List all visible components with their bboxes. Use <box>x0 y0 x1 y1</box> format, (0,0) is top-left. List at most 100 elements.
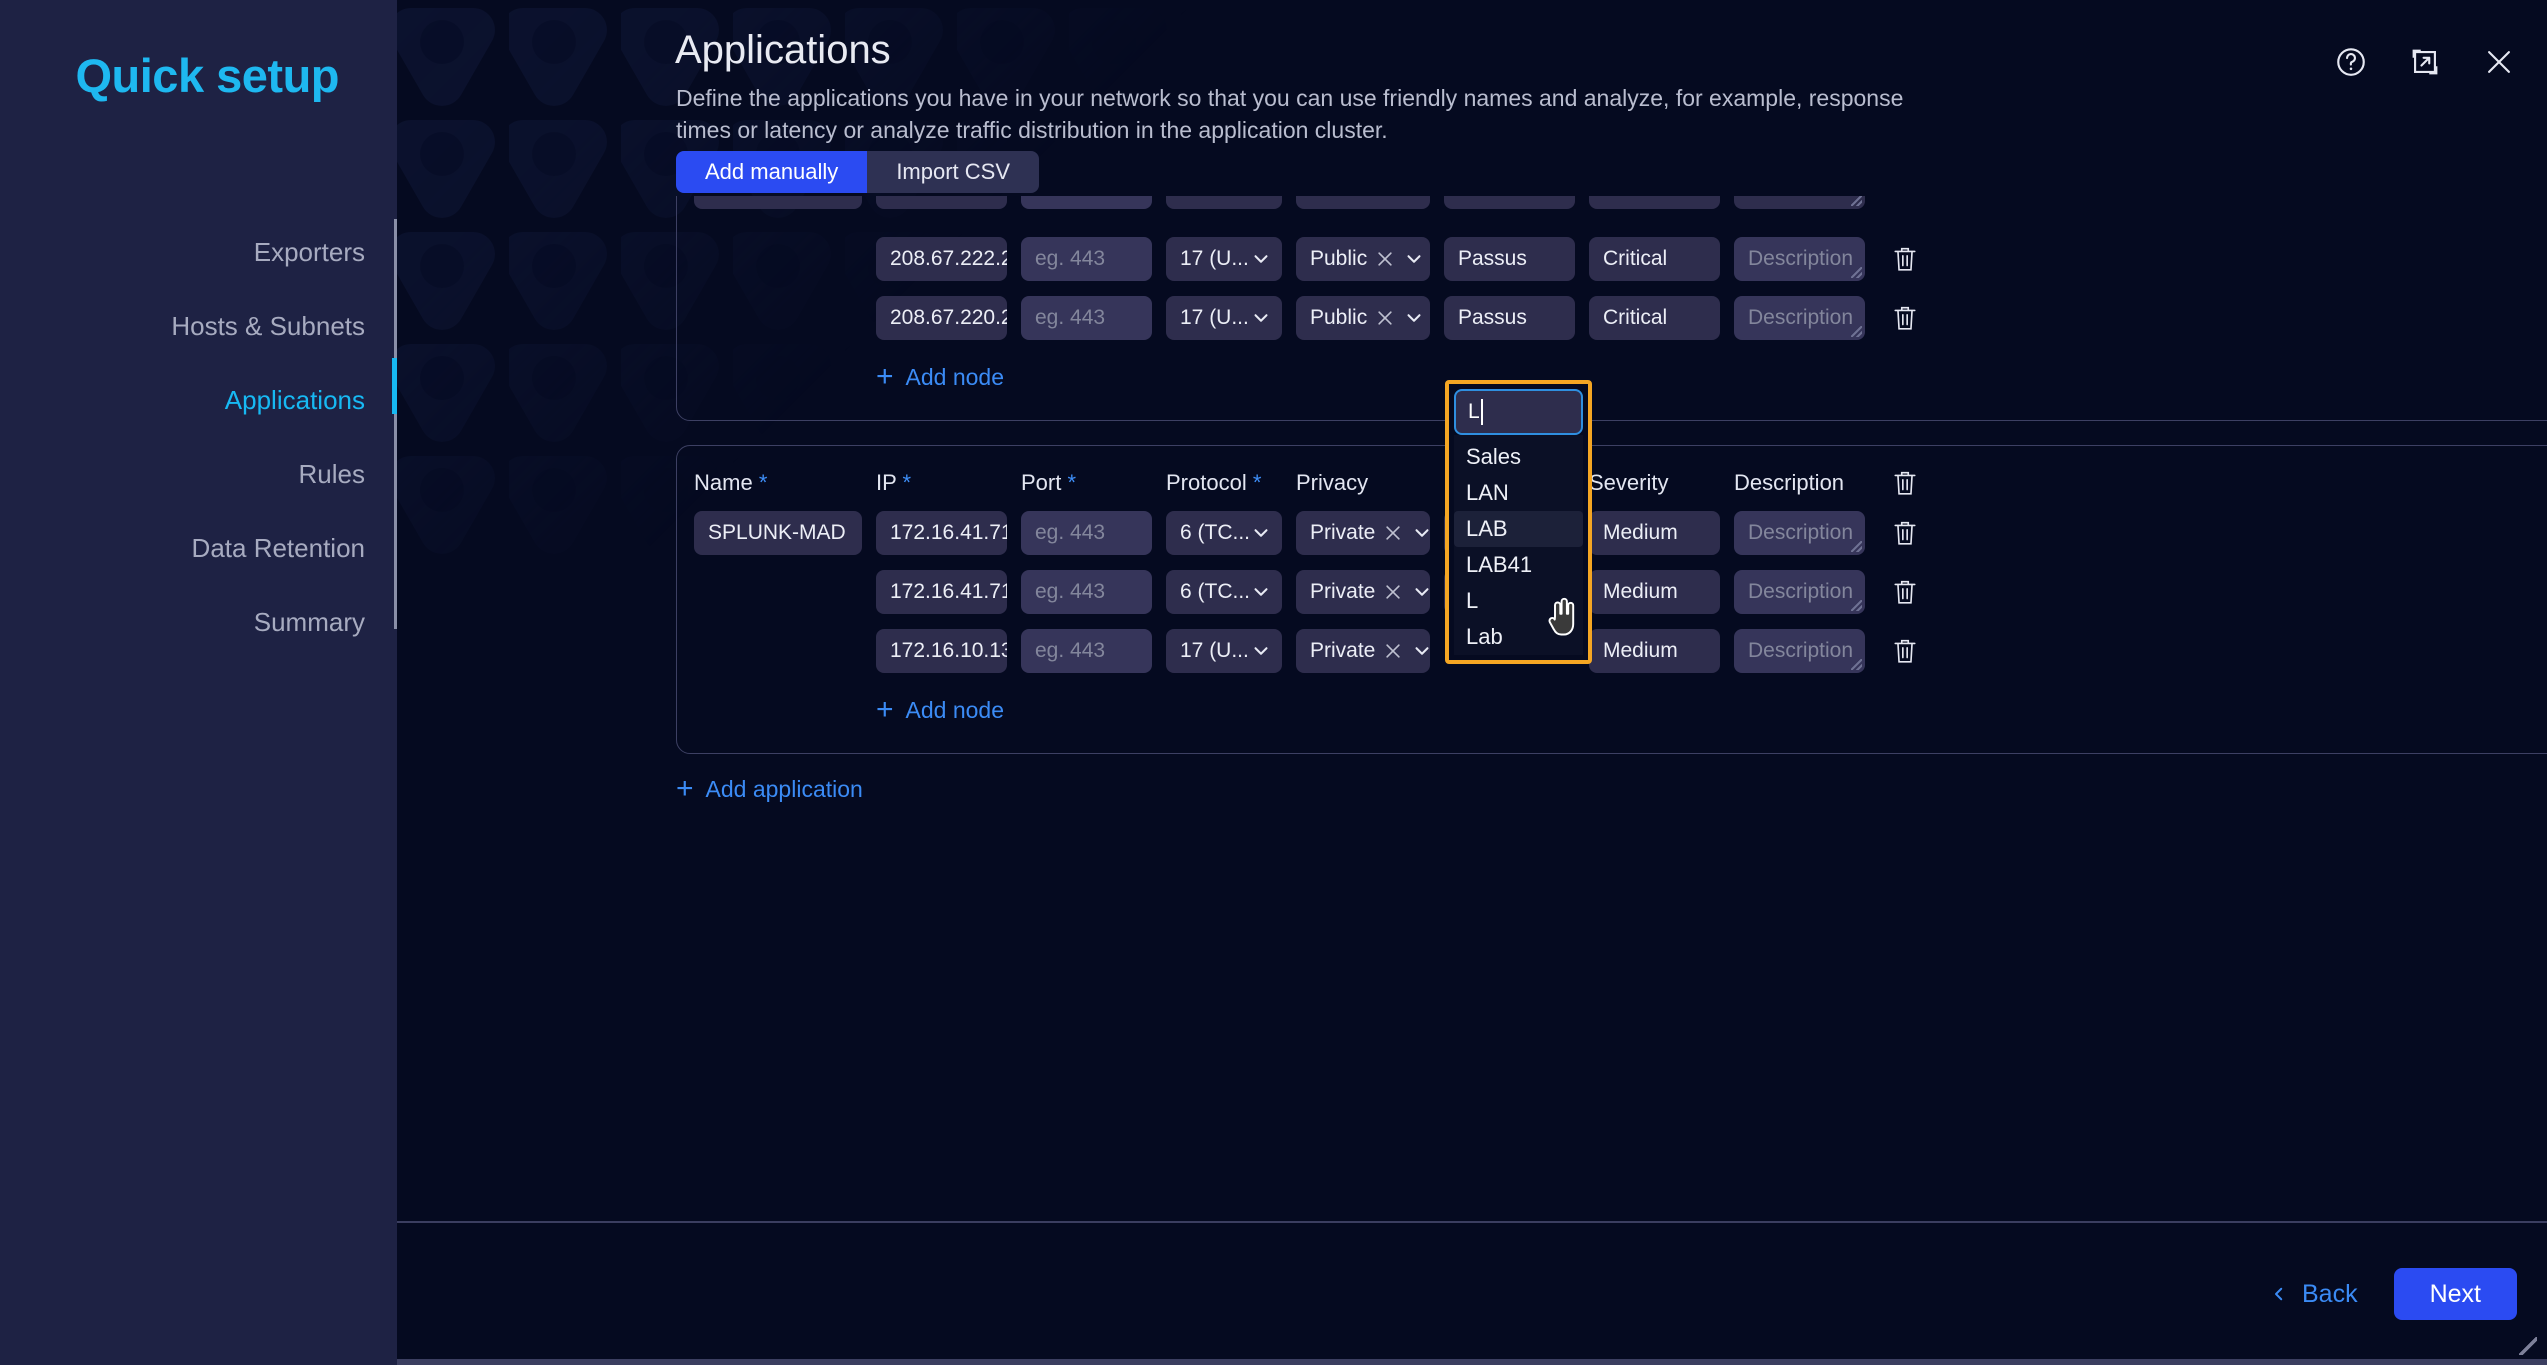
close-icon[interactable] <box>2477 40 2521 84</box>
severity-input[interactable]: Critical <box>1589 296 1720 340</box>
back-button[interactable]: Back <box>2270 1280 2358 1309</box>
description-input[interactable]: Description <box>1734 511 1865 555</box>
severity-input[interactable]: Medium <box>1589 570 1720 614</box>
description-input[interactable]: Description <box>1734 237 1865 281</box>
protocol-select[interactable]: 17 (U... <box>1166 237 1282 281</box>
mode-tabs: Add manually Import CSV <box>676 151 1040 193</box>
application-card-1: 208.67.222.22 eg. 443 17 (U... Public <box>676 196 2547 421</box>
ip-input[interactable]: 172.16.41.71 <box>876 511 1007 555</box>
ip-input[interactable]: 172.16.10.133 <box>876 629 1007 673</box>
protocol-value: 6 (TC... <box>1180 580 1251 603</box>
clear-icon[interactable] <box>1383 523 1403 543</box>
plus-icon: + <box>876 360 894 393</box>
plus-icon: + <box>876 693 894 726</box>
port-input[interactable]: eg. 443 <box>1021 629 1152 673</box>
sidebar-item-exporters[interactable]: Exporters <box>0 215 397 289</box>
option-lab41[interactable]: LAB41 <box>1454 547 1583 583</box>
chevron-down-icon <box>1254 255 1268 263</box>
severity-input[interactable] <box>1589 196 1720 209</box>
business-unit-input[interactable]: Passus <box>1444 296 1575 340</box>
business-unit-combobox[interactable]: L Sales LAN LAB LAB41 L Lab <box>1445 380 1592 664</box>
business-unit-options-list[interactable]: Sales LAN LAB LAB41 L Lab <box>1454 435 1583 655</box>
ip-input[interactable] <box>876 196 1007 209</box>
privacy-select[interactable]: Private <box>1296 570 1430 614</box>
window-controls <box>2329 40 2521 84</box>
clear-icon[interactable] <box>1383 582 1403 602</box>
tab-add-manually[interactable]: Add manually <box>676 151 868 193</box>
port-input[interactable]: eg. 443 <box>1021 237 1152 281</box>
name-input[interactable]: SPLUNK-MAD <box>694 511 862 555</box>
table-row: 208.67.220.22 eg. 443 17 (U... Public <box>677 296 2547 340</box>
delete-row-icon[interactable] <box>1892 244 1918 274</box>
ip-input[interactable]: 208.67.220.22 <box>876 296 1007 340</box>
option-sales[interactable]: Sales <box>1454 439 1583 475</box>
severity-input[interactable]: Critical <box>1589 237 1720 281</box>
chevron-left-icon <box>2275 1287 2283 1301</box>
privacy-select[interactable]: Private <box>1296 511 1430 555</box>
name-input[interactable] <box>694 196 862 209</box>
next-button[interactable]: Next <box>2393 1268 2517 1320</box>
applications-scroll-area[interactable]: 208.67.222.22 eg. 443 17 (U... Public <box>676 196 2547 1181</box>
sidebar-item-hosts-subnets[interactable]: Hosts & Subnets <box>0 289 397 363</box>
clear-icon[interactable] <box>1383 641 1403 661</box>
privacy-select[interactable] <box>1296 196 1430 209</box>
privacy-value: Private <box>1310 521 1376 544</box>
severity-input[interactable]: Medium <box>1589 511 1720 555</box>
help-circle-icon[interactable] <box>2329 40 2373 84</box>
description-input[interactable]: Description <box>1734 570 1865 614</box>
add-node-button-card1[interactable]: + Add node <box>876 362 1004 392</box>
protocol-value: 17 (U... <box>1180 247 1249 270</box>
sidebar-item-applications[interactable]: Applications <box>0 363 397 437</box>
option-lab[interactable]: LAB <box>1454 511 1583 547</box>
column-header-description: Description <box>1734 470 1845 495</box>
ip-input[interactable]: 208.67.222.22 <box>876 237 1007 281</box>
privacy-value: Public <box>1310 247 1368 270</box>
ip-input[interactable]: 172.16.41.71 <box>876 570 1007 614</box>
sidebar-nav: Exporters Hosts & Subnets Applications R… <box>0 215 397 659</box>
tab-import-csv[interactable]: Import CSV <box>867 151 1040 193</box>
privacy-select[interactable]: Public <box>1296 296 1430 340</box>
privacy-select[interactable]: Private <box>1296 629 1430 673</box>
delete-application-icon[interactable] <box>1892 468 1918 498</box>
main-panel: Applications Define the applications you… <box>397 0 2547 1365</box>
option-lan[interactable]: LAN <box>1454 475 1583 511</box>
add-node-button-card2[interactable]: + Add node <box>876 695 1004 725</box>
plus-icon: + <box>676 772 694 805</box>
severity-input[interactable]: Medium <box>1589 629 1720 673</box>
page-description: Define the applications you have in your… <box>676 85 1904 143</box>
description-input[interactable] <box>1734 196 1865 209</box>
delete-row-icon[interactable] <box>1892 518 1918 548</box>
delete-row-icon[interactable] <box>1892 636 1918 666</box>
description-input[interactable]: Description <box>1734 629 1865 673</box>
column-header-ip: IP * <box>876 470 912 495</box>
port-input[interactable] <box>1021 196 1152 209</box>
business-unit-input[interactable] <box>1444 196 1575 209</box>
privacy-select[interactable]: Public <box>1296 237 1430 281</box>
clear-icon[interactable] <box>1375 308 1395 328</box>
protocol-select[interactable]: 17 (U... <box>1166 296 1282 340</box>
delete-row-icon[interactable] <box>1892 303 1918 333</box>
option-lab-lower[interactable]: Lab <box>1454 619 1583 655</box>
port-input[interactable]: eg. 443 <box>1021 570 1152 614</box>
protocol-select[interactable]: 17 (U... <box>1166 629 1282 673</box>
port-input[interactable]: eg. 443 <box>1021 511 1152 555</box>
protocol-select[interactable]: 6 (TC... <box>1166 570 1282 614</box>
back-label: Back <box>2302 1279 2358 1308</box>
protocol-select[interactable]: 6 (TC... <box>1166 511 1282 555</box>
description-input[interactable]: Description <box>1734 296 1865 340</box>
business-unit-search-input[interactable]: L <box>1454 389 1583 435</box>
sidebar-item-data-retention[interactable]: Data Retention <box>0 511 397 585</box>
port-input[interactable]: eg. 443 <box>1021 296 1152 340</box>
business-unit-search-value: L <box>1468 400 1480 423</box>
sidebar-item-rules[interactable]: Rules <box>0 437 397 511</box>
expand-icon[interactable] <box>2403 40 2447 84</box>
add-node-label: Add node <box>905 363 1005 390</box>
option-l[interactable]: L <box>1454 583 1583 619</box>
add-application-button[interactable]: + Add application <box>676 774 863 804</box>
clear-icon[interactable] <box>1375 249 1395 269</box>
protocol-select[interactable] <box>1166 196 1282 209</box>
business-unit-input[interactable]: Passus <box>1444 237 1575 281</box>
sidebar-item-summary[interactable]: Summary <box>0 585 397 659</box>
window-resize-grip[interactable] <box>2519 1337 2537 1355</box>
delete-row-icon[interactable] <box>1892 577 1918 607</box>
